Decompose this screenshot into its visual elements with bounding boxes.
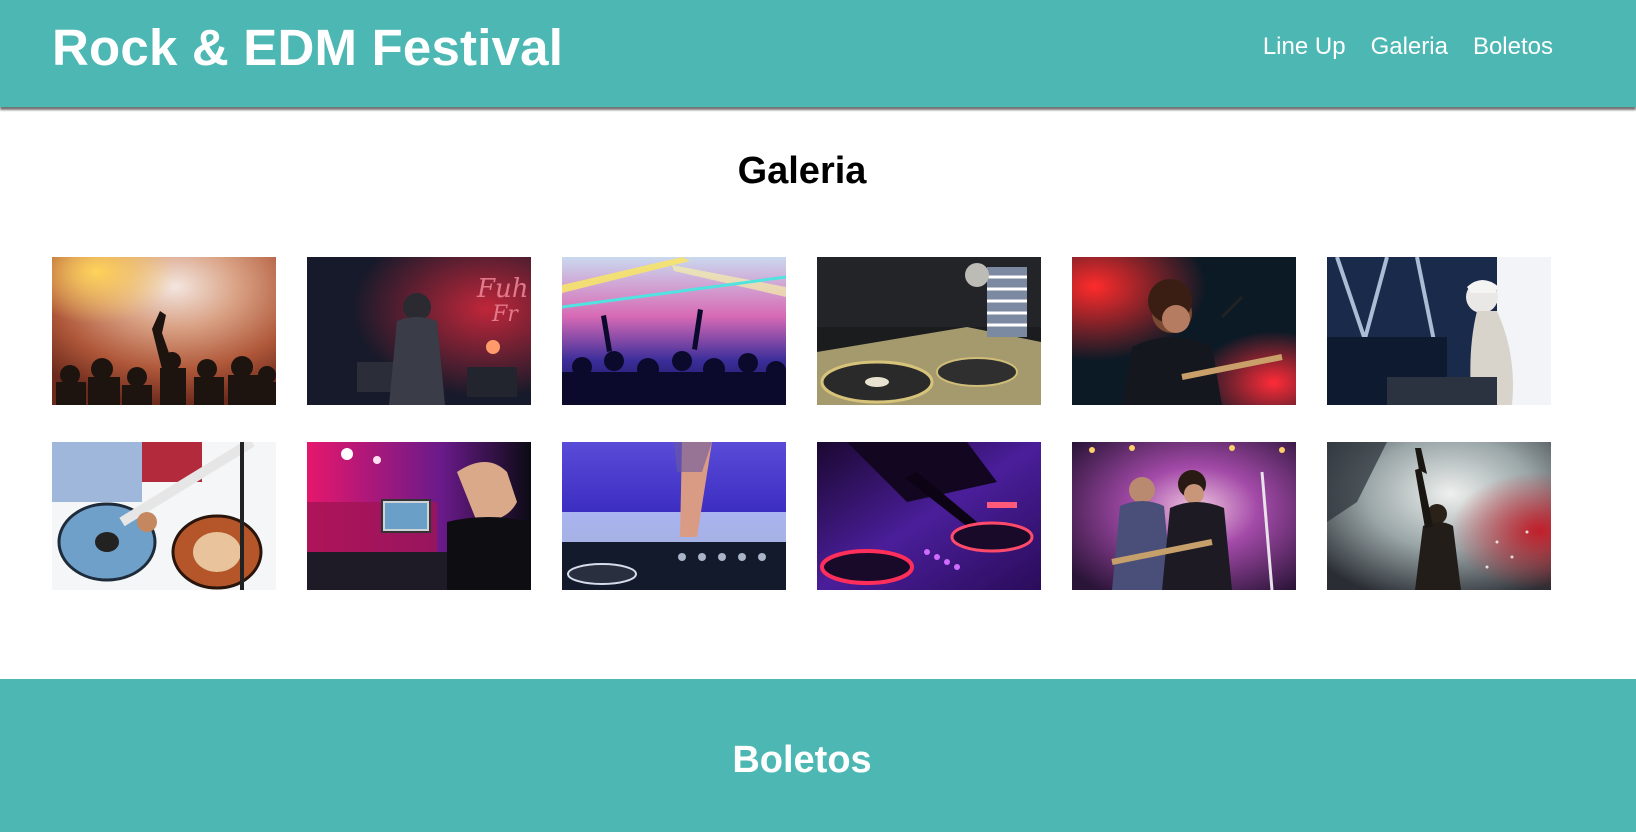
gallery-photo-rock-singer[interactable]: Fuh Fr xyxy=(307,257,531,405)
gallery-photo-singer-smoke[interactable] xyxy=(1327,442,1551,590)
gallery-photo-female-dj[interactable] xyxy=(1327,257,1551,405)
site-header: Rock & EDM Festival Line Up Galeria Bole… xyxy=(0,0,1636,107)
gallery-photo-dj-turntables[interactable] xyxy=(817,257,1041,405)
gallery-photo-dj-controller-purple[interactable] xyxy=(817,442,1041,590)
gallery-photo-crowd-orange[interactable] xyxy=(52,257,276,405)
nav-link-line-up[interactable]: Line Up xyxy=(1263,33,1346,61)
gallery-grid: Fuh Fr xyxy=(52,257,1551,590)
gallery-title: Galeria xyxy=(737,150,867,192)
tickets-title: Boletos xyxy=(732,739,872,781)
nav-link-boletos[interactable]: Boletos xyxy=(1473,33,1553,61)
gallery-photo-dj-hand-blue[interactable] xyxy=(562,442,786,590)
svg-text:Fuh: Fuh xyxy=(476,274,529,304)
tickets-section: Boletos xyxy=(0,679,1636,832)
gallery-photo-guitars-closeup[interactable] xyxy=(52,442,276,590)
main-nav: Line Up Galeria Boletos xyxy=(1263,33,1553,61)
site-brand[interactable]: Rock & EDM Festival xyxy=(52,18,563,77)
gallery-photo-guitarist-red[interactable] xyxy=(1072,257,1296,405)
nav-link-galeria[interactable]: Galeria xyxy=(1371,33,1448,61)
svg-text:Fr: Fr xyxy=(491,302,519,327)
gallery-photo-two-singers[interactable] xyxy=(1072,442,1296,590)
gallery-photo-dj-laptop[interactable] xyxy=(307,442,531,590)
gallery-photo-laser-crowd[interactable] xyxy=(562,257,786,405)
